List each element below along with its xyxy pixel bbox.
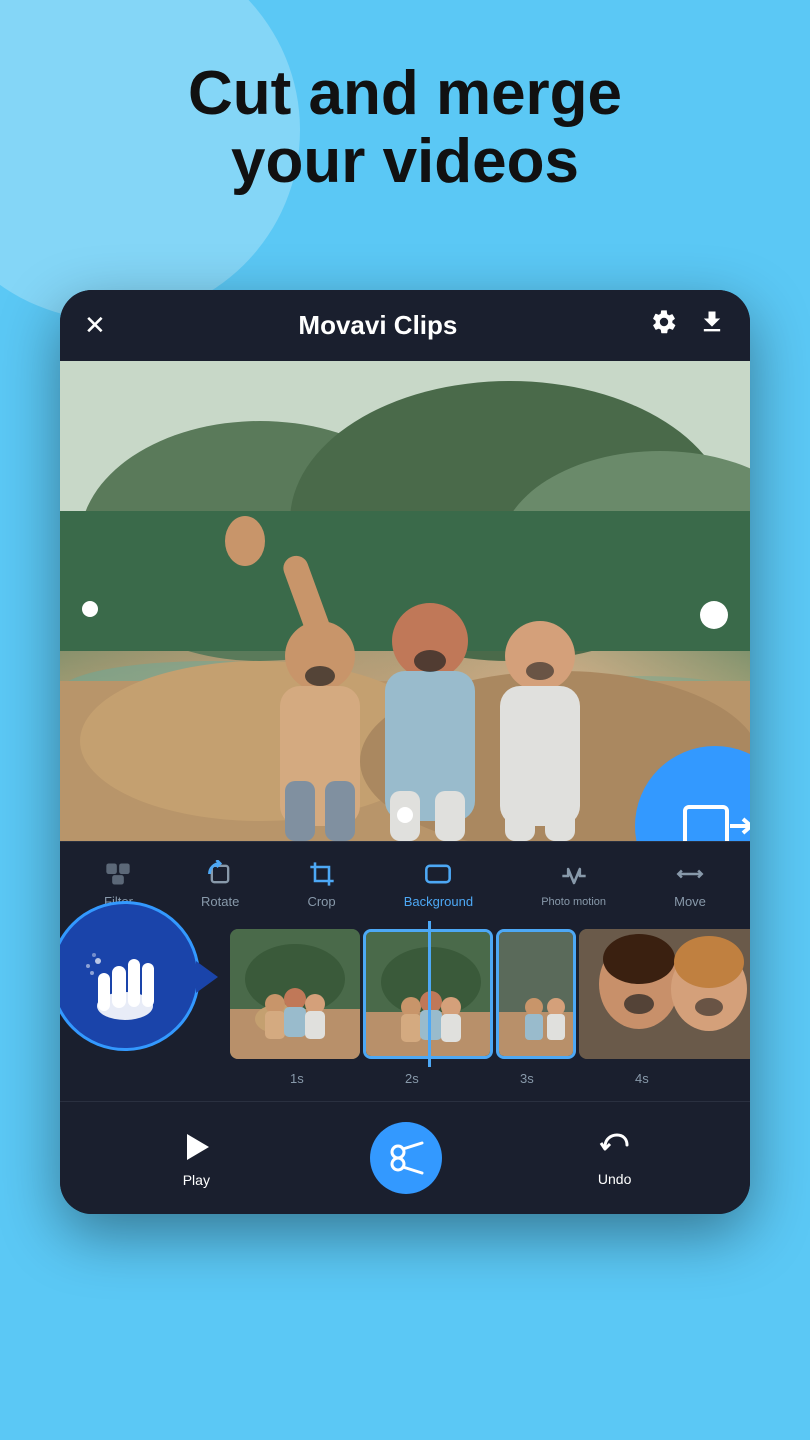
bottom-bar: Play Undo — [60, 1101, 750, 1214]
playhead — [428, 921, 431, 1067]
time-zero — [120, 1071, 290, 1086]
toolbar-move[interactable]: Move — [674, 860, 706, 909]
download-icon[interactable] — [698, 308, 726, 343]
toolbar-photo-motion[interactable]: Photo motion — [541, 862, 606, 908]
timeline-thumb-1[interactable] — [230, 929, 360, 1059]
undo-label: Undo — [598, 1171, 631, 1187]
photo-motion-label: Photo motion — [541, 896, 606, 908]
app-bar-icons — [650, 308, 726, 343]
timeline-thumb-3[interactable] — [496, 929, 576, 1059]
close-button[interactable]: ✕ — [84, 310, 106, 341]
gesture-bubble — [60, 901, 200, 1051]
bubble-arrow — [196, 961, 218, 993]
app-bar: ✕ Movavi Clips — [60, 290, 750, 361]
crop-label: Crop — [307, 894, 335, 909]
app-title: Movavi Clips — [298, 310, 457, 341]
scissors-button[interactable] — [370, 1122, 442, 1194]
toolbar-background[interactable]: Background — [404, 860, 473, 909]
headline-line1: Cut and merge — [188, 59, 622, 128]
rotate-label: Rotate — [201, 894, 239, 909]
time-2s: 2s — [405, 1071, 520, 1086]
toolbar-crop[interactable]: Crop — [307, 860, 335, 909]
move-label: Move — [674, 894, 706, 909]
headline-line2: your videos — [231, 127, 579, 196]
phone-mock: ✕ Movavi Clips — [60, 290, 750, 1214]
handle-bottom[interactable] — [397, 807, 413, 823]
timeline: 1s 2s 3s 4s — [60, 921, 750, 1101]
video-preview — [60, 361, 750, 841]
move-bubble-icon — [675, 799, 750, 842]
time-3s: 3s — [520, 1071, 635, 1086]
toolbar-rotate[interactable]: Rotate — [201, 860, 239, 909]
background-label: Background — [404, 894, 473, 909]
timeline-labels: 1s 2s 3s 4s — [60, 1067, 750, 1086]
headline: Cut and merge your videos — [0, 60, 810, 196]
photo-scene — [60, 361, 750, 841]
play-label: Play — [183, 1172, 210, 1188]
handle-left[interactable] — [82, 601, 98, 617]
time-1s: 1s — [290, 1071, 405, 1086]
gesture-bubble-container — [60, 901, 200, 1051]
play-button[interactable]: Play — [177, 1128, 215, 1188]
timeline-thumb-4[interactable] — [579, 929, 750, 1059]
settings-icon[interactable] — [650, 308, 678, 343]
time-4s: 4s — [635, 1071, 750, 1086]
undo-button[interactable]: Undo — [597, 1129, 633, 1187]
handle-right[interactable] — [700, 601, 728, 629]
scene-svg — [60, 361, 750, 841]
